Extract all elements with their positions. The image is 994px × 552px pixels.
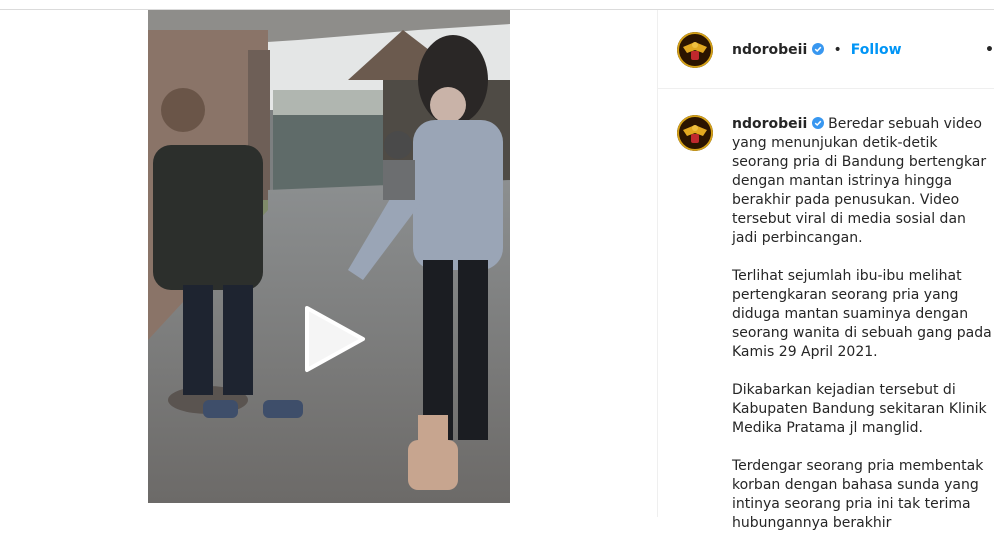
verified-badge-icon — [812, 43, 825, 55]
video-panel[interactable] — [0, 10, 658, 517]
more-options-icon[interactable]: • — [985, 42, 994, 58]
follow-button[interactable]: Follow — [851, 42, 902, 58]
comment-avatar[interactable] — [677, 115, 713, 151]
video-frame[interactable] — [148, 10, 510, 503]
eagle-emblem-icon — [677, 32, 713, 68]
video-still — [148, 10, 510, 503]
caption-text: Beredar sebuah video yang menunjukan det… — [732, 116, 987, 246]
verified-badge-icon — [811, 117, 824, 129]
avatar[interactable] — [677, 32, 713, 68]
caption-paragraph: Terlihat sejumlah ibu-ibu melihat perten… — [732, 268, 992, 360]
caption-paragraph: Terdengar seorang pria membentak korban … — [732, 458, 984, 531]
instagram-post: ndorobeii • Follow • ndorobeii Beredar s… — [0, 9, 994, 531]
eagle-emblem-icon — [677, 115, 713, 151]
play-icon[interactable] — [299, 305, 367, 373]
username-link[interactable]: ndorobeii — [732, 42, 807, 58]
caption-paragraph: Dikabarkan kejadian tersebut di Kabupate… — [732, 382, 987, 436]
separator-dot: • — [833, 42, 842, 58]
caption-username-link[interactable]: ndorobeii — [732, 116, 807, 132]
post-caption: ndorobeii Beredar sebuah video yang menu… — [732, 115, 994, 552]
post-header: ndorobeii • Follow • — [658, 10, 994, 89]
post-sidebar: ndorobeii • Follow • ndorobeii Beredar s… — [658, 10, 994, 531]
caption-paragraph: ndorobeii Beredar sebuah video yang menu… — [732, 115, 994, 248]
